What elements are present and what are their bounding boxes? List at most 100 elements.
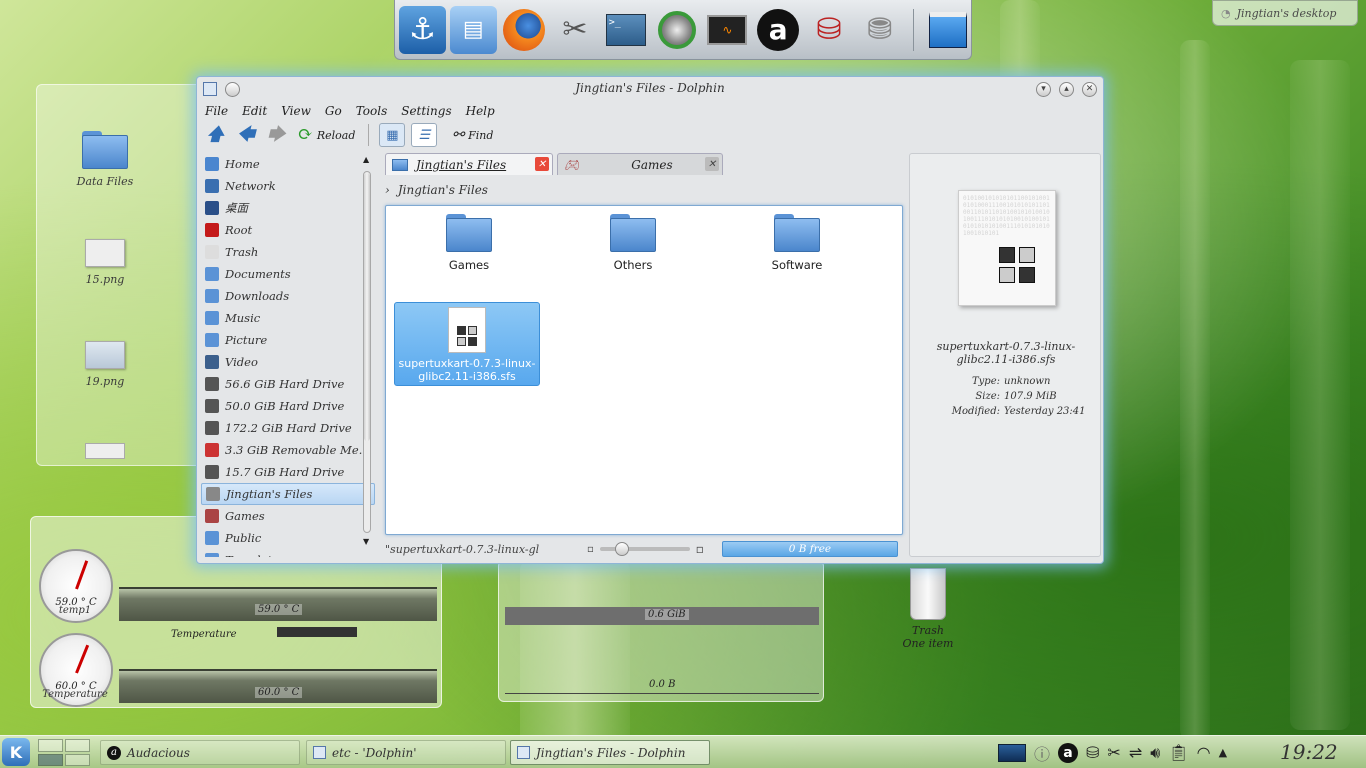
scissors-icon[interactable]: ✂ <box>1107 743 1120 762</box>
places-item[interactable]: 桌面 <box>201 197 375 219</box>
zoom-slider[interactable] <box>599 542 690 556</box>
breadcrumb[interactable]: › Jingtian's Files <box>385 181 488 199</box>
places-item[interactable]: 3.3 GiB Removable Me… <box>201 439 375 461</box>
scroll-down-arrow-icon[interactable]: ▼ <box>363 537 369 546</box>
minimize-button[interactable]: ▾ <box>1036 81 1051 97</box>
places-item[interactable]: 15.7 GiB Hard Drive <box>201 461 375 483</box>
places-item[interactable]: Trash <box>201 241 375 263</box>
icons-view-button[interactable]: ▦ <box>379 123 406 147</box>
wifi-icon[interactable]: ◠ <box>1197 743 1211 762</box>
zoom-slider-handle[interactable] <box>614 542 629 556</box>
file-item-games[interactable]: Games <box>396 212 542 272</box>
info-icon[interactable]: ⓘ <box>1034 741 1050 765</box>
tab-jingtians-files[interactable]: Jingtian's Files ✕ <box>385 153 553 175</box>
place-icon <box>206 487 220 501</box>
menu-go[interactable]: Go <box>325 104 342 118</box>
places-item[interactable]: Picture <box>201 329 375 351</box>
breadcrumb-item[interactable]: Jingtian's Files <box>398 183 488 197</box>
kde-logo-icon: K <box>9 742 23 762</box>
maximize-button[interactable]: ▴ <box>1059 81 1074 97</box>
places-item[interactable]: Home <box>201 153 375 175</box>
audacious-tray-icon[interactable]: a <box>1058 742 1079 763</box>
task-jingtians-files[interactable]: Jingtian's Files - Dolphin <box>510 740 710 765</box>
tools-icon[interactable]: ✂ <box>551 6 598 54</box>
firefox-icon[interactable] <box>501 6 548 54</box>
places-item[interactable]: Video <box>201 351 375 373</box>
clock[interactable]: 19:22 <box>1280 740 1338 764</box>
up-button[interactable]: 🡅 <box>203 123 228 147</box>
task-audacious[interactable]: a Audacious <box>100 740 300 765</box>
desktop-pager[interactable] <box>38 739 90 766</box>
forward-button[interactable]: 🡆 <box>264 123 289 147</box>
places-item[interactable]: 56.6 GiB Hard Drive <box>201 373 375 395</box>
file-cabinet-icon[interactable]: ▤ <box>449 5 497 54</box>
audacious-icon[interactable]: a <box>755 6 802 54</box>
file-item-others[interactable]: Others <box>560 212 706 272</box>
tab-close-icon[interactable]: ✕ <box>535 157 549 171</box>
reload-button[interactable]: ⟳ Reload <box>295 123 359 147</box>
menu-tools[interactable]: Tools <box>356 104 388 118</box>
file-item-supertuxkart[interactable]: supertuxkart-0.7.3-linux-glibc2.11-i386.… <box>394 302 540 386</box>
details-view-button[interactable]: ☰ <box>411 123 438 147</box>
menu-settings[interactable]: Settings <box>401 104 451 118</box>
screen-icon[interactable] <box>998 743 1026 762</box>
desktop-item-data-files[interactable]: Data Files <box>45 129 165 188</box>
menu-file[interactable]: File <box>205 104 228 118</box>
file-view[interactable]: Games Others Software supertuxkart-0.7.3… <box>385 205 903 535</box>
tray-expand-icon[interactable]: ▲ <box>1219 746 1227 759</box>
places-item[interactable]: Downloads <box>201 285 375 307</box>
wifi-disc-icon[interactable] <box>653 6 700 54</box>
task-etc-dolphin[interactable]: etc - 'Dolphin' <box>306 740 506 765</box>
places-item[interactable]: Games <box>201 505 375 527</box>
terminal-icon[interactable]: >_ <box>602 6 649 54</box>
clipboard-icon[interactable]: 📋︎ <box>1168 743 1188 762</box>
volume-icon[interactable]: 🔊︎ <box>1150 743 1160 763</box>
pager-desktop[interactable] <box>65 739 90 752</box>
menu-view[interactable]: View <box>281 104 311 118</box>
places-item[interactable]: Documents <box>201 263 375 285</box>
zoom-out-icon[interactable]: ▫ <box>587 544 594 555</box>
places-item[interactable]: Network <box>201 175 375 197</box>
places-scrollbar[interactable]: ▲ ▼ <box>361 153 373 557</box>
places-item[interactable]: Public <box>201 527 375 549</box>
usb-icon[interactable]: ⇌ <box>1129 743 1142 762</box>
places-item[interactable]: 50.0 GiB Hard Drive <box>201 395 375 417</box>
hard-disk-icon[interactable]: ⛃ <box>856 6 903 54</box>
pager-desktop[interactable] <box>65 753 90 766</box>
desktop-window-icon[interactable] <box>924 6 971 54</box>
image-thumbnail-icon[interactable] <box>85 443 125 459</box>
title-bar[interactable]: Jingtian's Files - Dolphin ▾ ▴ ✕ <box>197 77 1103 101</box>
places-item[interactable]: Templates <box>201 549 375 557</box>
menu-help[interactable]: Help <box>466 104 495 118</box>
desktop-item-15-png[interactable]: 15.png <box>45 239 165 286</box>
package-installer-icon[interactable]: ⛁ <box>806 6 853 54</box>
menu-edit[interactable]: Edit <box>242 104 267 118</box>
places-item-label: 50.0 GiB Hard Drive <box>225 399 345 413</box>
tab-close-icon[interactable]: ✕ <box>705 157 719 171</box>
find-button[interactable]: ⚯ Find <box>449 123 496 147</box>
place-icon <box>205 377 219 391</box>
close-button[interactable]: ✕ <box>1082 81 1097 97</box>
trash-label: Trash <box>912 624 944 637</box>
pager-desktop[interactable] <box>38 739 63 752</box>
place-icon <box>205 509 219 523</box>
places-item[interactable]: Music <box>201 307 375 329</box>
pager-desktop[interactable] <box>38 753 63 766</box>
activity-label[interactable]: ◔ Jingtian's desktop <box>1212 0 1358 26</box>
places-item[interactable]: 172.2 GiB Hard Drive <box>201 417 375 439</box>
tab-games[interactable]: 🎮︎ Games ✕ <box>557 153 723 175</box>
file-item-software[interactable]: Software <box>724 212 870 272</box>
anchor-icon[interactable]: ⚓ <box>399 5 446 54</box>
places-item[interactable]: Jingtian's Files <box>201 483 375 505</box>
device-notifier-icon[interactable]: ⛁ <box>1086 743 1099 762</box>
zoom-in-icon[interactable]: ▫ <box>696 542 704 556</box>
places-item[interactable]: Root <box>201 219 375 241</box>
kde-menu-button[interactable]: K <box>2 738 30 766</box>
desktop-item-19-png[interactable]: 19.png <box>45 341 165 388</box>
scroll-thumb[interactable] <box>364 173 370 441</box>
scroll-up-arrow-icon[interactable]: ▲ <box>363 155 369 164</box>
back-button[interactable]: 🡄 <box>234 123 259 147</box>
arrow-left-icon: 🡄 <box>236 124 256 145</box>
desktop-trash[interactable]: Trash One item <box>896 568 960 650</box>
system-monitor-icon[interactable]: ∿ <box>704 6 751 54</box>
